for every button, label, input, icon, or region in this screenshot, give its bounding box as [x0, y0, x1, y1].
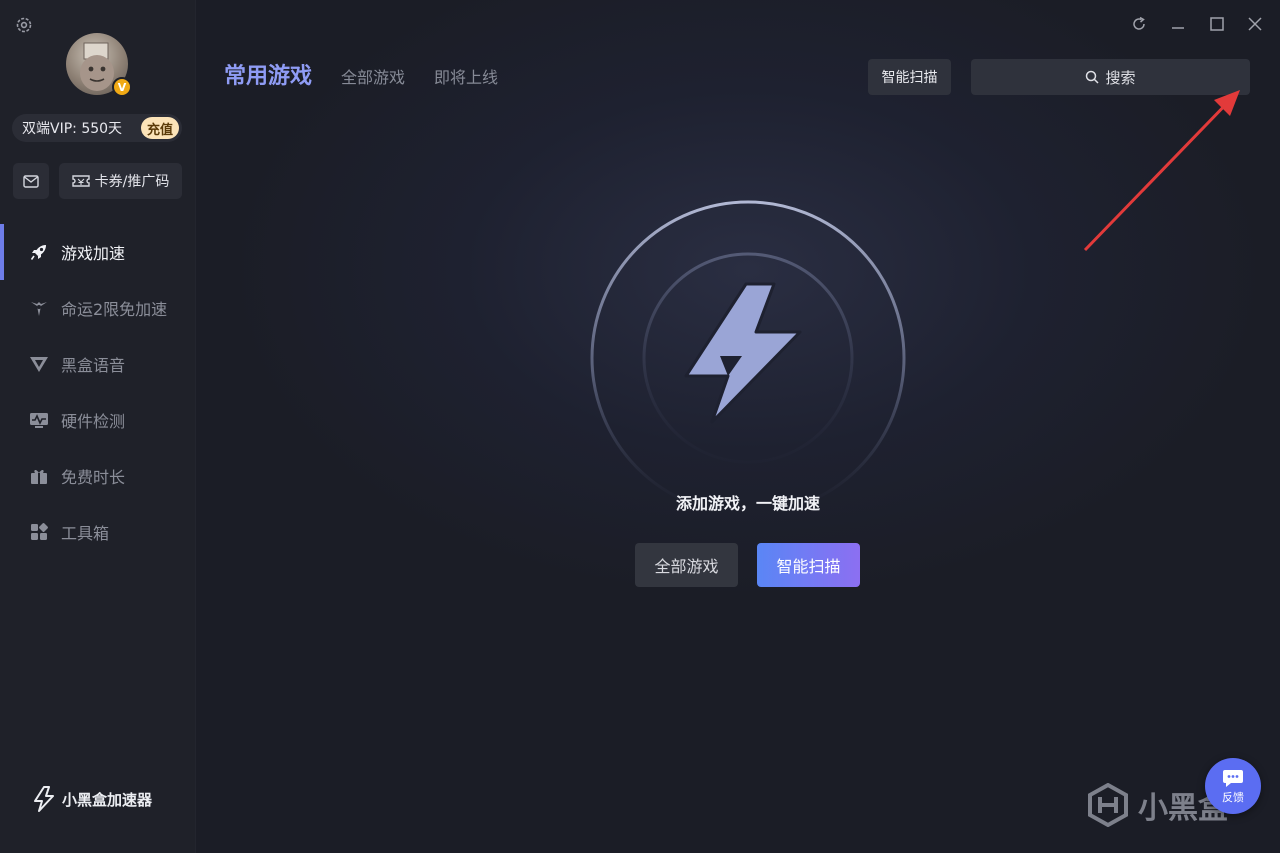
- app-brand: 小黑盒加速器: [32, 786, 152, 812]
- avatar[interactable]: V: [66, 33, 132, 97]
- smart-scan-button[interactable]: 智能扫描: [868, 59, 951, 95]
- app-brand-name: 小黑盒加速器: [62, 790, 153, 809]
- recharge-button[interactable]: 充值: [140, 117, 179, 139]
- main-panel: 常用游戏 全部游戏 即将上线 智能扫描 搜索 添加游戏，一键加速 全部游戏 智能…: [196, 0, 1280, 853]
- maximize-icon[interactable]: [1207, 14, 1227, 34]
- minimize-icon[interactable]: [1168, 14, 1188, 34]
- close-icon[interactable]: [1245, 14, 1265, 34]
- sidebar-item-label: 硬件检测: [61, 412, 126, 431]
- mail-button[interactable]: [13, 163, 49, 199]
- search-icon: [1086, 70, 1100, 84]
- rocket-icon: [28, 241, 50, 263]
- sidebar-item-voice[interactable]: 黑盒语音: [0, 336, 196, 392]
- search-bar[interactable]: 搜索: [971, 59, 1250, 95]
- mail-icon: [23, 174, 39, 188]
- sidebar-item-destiny2[interactable]: 命运2限免加速: [0, 280, 196, 336]
- sidebar-item-hardware[interactable]: 硬件检测: [0, 392, 196, 448]
- sidebar-item-label: 免费时长: [61, 468, 126, 487]
- smart-scan-primary-button[interactable]: 智能扫描: [757, 543, 860, 587]
- heybox-logo-icon: [1088, 783, 1128, 827]
- gift-icon: [28, 465, 50, 487]
- coupon-button[interactable]: 卡券/推广码: [59, 163, 182, 199]
- sidebar-item-label: 游戏加速: [61, 244, 126, 263]
- ticket-icon: [71, 175, 90, 187]
- sidebar-item-label: 工具箱: [61, 524, 110, 543]
- all-games-button[interactable]: 全部游戏: [635, 543, 738, 587]
- sidebar-item-label: 黑盒语音: [61, 356, 126, 375]
- chat-bubble-icon: [1223, 769, 1243, 787]
- tab-coming-soon[interactable]: 即将上线: [434, 64, 498, 88]
- search-label: 搜索: [1105, 68, 1136, 87]
- annotation-arrow-icon: [1083, 90, 1240, 252]
- sidebar-item-game-boost[interactable]: 游戏加速: [0, 224, 196, 280]
- lightning-logo-icon: [684, 282, 802, 424]
- feedback-button[interactable]: 反馈: [1205, 758, 1261, 814]
- vip-days-text: 双端VIP: 550天: [22, 121, 123, 137]
- app-logo-icon: [34, 786, 54, 812]
- vip-status: 双端VIP: 550天 充值: [12, 114, 182, 142]
- sidebar-item-toolbox[interactable]: 工具箱: [0, 504, 196, 560]
- settings-gear-icon[interactable]: [14, 15, 34, 35]
- sidebar-item-free-time[interactable]: 免费时长: [0, 448, 196, 504]
- vip-badge: V: [112, 77, 132, 97]
- game-tabs: 常用游戏 全部游戏 即将上线: [224, 58, 527, 90]
- coupon-label: 卡券/推广码: [94, 174, 170, 190]
- sidebar-item-label: 命运2限免加速: [61, 300, 168, 319]
- sidebar-nav: 游戏加速 命运2限免加速 黑盒语音 硬件检测 免费时长 工具箱: [0, 224, 196, 560]
- boost-emblem: [590, 200, 906, 516]
- tab-frequent-games[interactable]: 常用游戏: [224, 58, 312, 90]
- toolbox-icon: [28, 521, 50, 543]
- hardware-icon: [28, 409, 50, 431]
- tab-all-games[interactable]: 全部游戏: [341, 64, 405, 88]
- empty-state-text: 添加游戏，一键加速: [675, 494, 820, 513]
- sidebar: V 双端VIP: 550天 充值 卡券/推广码 游戏加速 命运2限免加速 黑盒语…: [0, 0, 196, 853]
- refresh-icon[interactable]: [1129, 14, 1149, 34]
- voice-icon: [28, 353, 50, 375]
- feedback-label: 反馈: [1222, 790, 1244, 804]
- destiny-icon: [28, 297, 50, 319]
